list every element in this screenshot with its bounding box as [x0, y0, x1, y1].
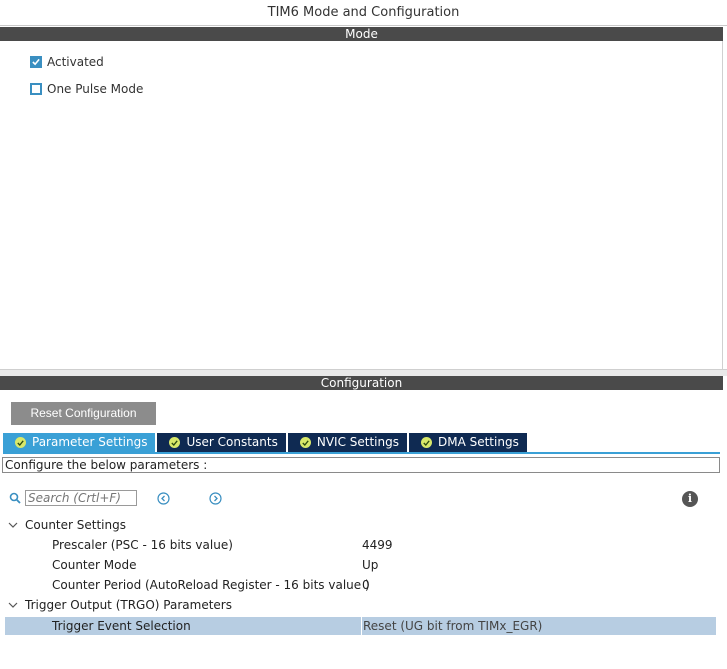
activated-checkbox[interactable]: [30, 56, 42, 68]
config-tabs: Parameter Settings User Constants NVIC S…: [3, 433, 529, 452]
tab-label: Parameter Settings: [32, 435, 148, 449]
param-row-prescaler[interactable]: Prescaler (PSC - 16 bits value) 4499: [5, 536, 716, 554]
param-name: Counter Period (AutoReload Register - 16…: [52, 578, 370, 592]
param-row-trigger-event-selection[interactable]: Trigger Event Selection Reset (UG bit fr…: [5, 617, 716, 635]
param-value[interactable]: Up: [362, 556, 378, 574]
reset-configuration-button[interactable]: Reset Configuration: [11, 402, 156, 425]
trgo-parameters-group[interactable]: Trigger Output (TRGO) Parameters: [5, 596, 716, 614]
tab-label: NVIC Settings: [316, 435, 399, 449]
param-value[interactable]: 0: [362, 576, 370, 594]
param-name: Prescaler (PSC - 16 bits value): [52, 538, 233, 552]
counter-settings-group[interactable]: Counter Settings: [5, 516, 716, 534]
parameters-description: Configure the below parameters :: [2, 457, 720, 473]
window-title: TIM6 Mode and Configuration: [0, 0, 727, 26]
param-row-counter-period[interactable]: Counter Period (AutoReload Register - 16…: [5, 576, 716, 594]
tab-label: DMA Settings: [437, 435, 519, 449]
tab-parameter-settings[interactable]: Parameter Settings: [3, 433, 158, 452]
param-name: Trigger Event Selection: [52, 619, 191, 633]
tab-nvic-settings[interactable]: NVIC Settings: [287, 433, 409, 452]
param-value[interactable]: 4499: [362, 536, 393, 554]
configuration-section-header: Configuration: [0, 376, 723, 390]
tab-underline: [3, 452, 720, 454]
group-label: Counter Settings: [25, 518, 126, 532]
previous-result-icon[interactable]: [157, 492, 170, 505]
mode-section-header: Mode: [0, 27, 723, 41]
search-input[interactable]: [25, 490, 137, 506]
check-circle-icon: [299, 437, 311, 448]
one-pulse-mode-label: One Pulse Mode: [47, 82, 144, 96]
tab-label: User Constants: [186, 435, 278, 449]
chevron-down-icon[interactable]: [8, 521, 18, 529]
group-label: Trigger Output (TRGO) Parameters: [25, 598, 232, 612]
tab-user-constants[interactable]: User Constants: [157, 433, 288, 452]
one-pulse-mode-checkbox[interactable]: [30, 83, 42, 95]
check-circle-icon: [15, 437, 26, 448]
activated-checkbox-row[interactable]: Activated: [30, 55, 104, 69]
tab-dma-settings[interactable]: DMA Settings: [408, 433, 529, 452]
param-value[interactable]: Reset (UG bit from TIMx_EGR): [361, 617, 716, 635]
next-result-icon[interactable]: [209, 492, 222, 505]
info-icon[interactable]: i: [682, 491, 698, 507]
one-pulse-mode-checkbox-row[interactable]: One Pulse Mode: [30, 82, 143, 96]
param-row-counter-mode[interactable]: Counter Mode Up: [5, 556, 716, 574]
check-circle-icon: [420, 437, 432, 448]
param-name: Counter Mode: [52, 558, 137, 572]
chevron-down-icon[interactable]: [8, 601, 18, 609]
panel-splitter[interactable]: [0, 369, 727, 376]
activated-label: Activated: [47, 55, 104, 69]
search-icon[interactable]: [9, 492, 21, 504]
check-circle-icon: [169, 437, 181, 448]
